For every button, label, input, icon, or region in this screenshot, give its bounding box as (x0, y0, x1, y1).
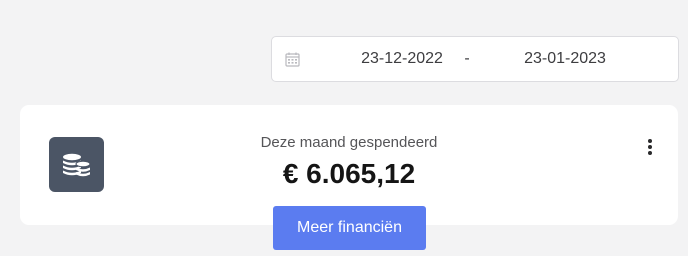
date-range-separator: - (464, 50, 470, 67)
calendar-icon[interactable] (285, 52, 300, 67)
start-date-input[interactable]: 23-12-2022 (332, 50, 472, 68)
page: 23-12-2022 - 23-01-2023 Deze maand gespe… (0, 0, 688, 256)
more-vertical-icon[interactable] (644, 139, 656, 157)
card-label: Deze maand gespendeerd (260, 134, 438, 151)
spent-amount: € 6.065,12 (282, 158, 416, 189)
more-finances-button[interactable]: Meer financiën (273, 206, 426, 250)
end-date-input[interactable]: 23-01-2023 (500, 50, 630, 68)
date-range-picker[interactable]: 23-12-2022 - 23-01-2023 (271, 36, 679, 82)
